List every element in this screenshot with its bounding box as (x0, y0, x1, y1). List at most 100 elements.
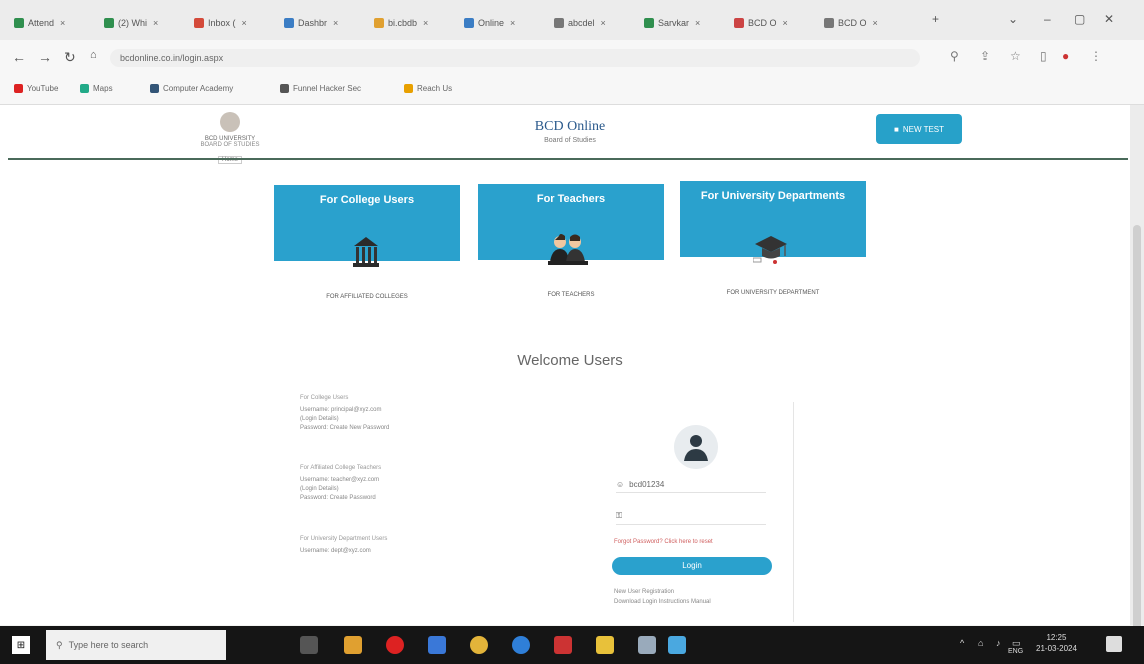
header-divider (8, 158, 1128, 160)
profile-avatar-icon[interactable]: ● (1062, 49, 1069, 63)
taskbar-search[interactable]: ⚲ Type here to search (46, 630, 226, 660)
minimize-icon[interactable]: – (1044, 12, 1051, 26)
app-icon[interactable] (554, 636, 572, 654)
opera-icon[interactable] (386, 636, 404, 654)
bookmark-item[interactable]: Funnel Hacker Sec (280, 84, 361, 93)
card-caption[interactable]: FOR UNIVERSITY DEPARTMENT (680, 290, 866, 296)
tab-favicon-icon (464, 18, 474, 28)
notification-icon[interactable] (1106, 636, 1122, 652)
forward-icon[interactable]: → (38, 49, 52, 65)
folder-icon[interactable] (596, 636, 614, 654)
network-icon[interactable]: ⌂ (978, 638, 983, 648)
close-window-icon[interactable]: ✕ (1104, 12, 1114, 26)
tab-close-icon[interactable]: × (423, 18, 428, 28)
tab-favicon-icon (824, 18, 834, 28)
home-icon[interactable]: ⌂ (90, 49, 97, 61)
sidebar-icon[interactable]: ▯ (1040, 49, 1047, 63)
login-panel-border (793, 402, 794, 622)
tab-close-icon[interactable]: × (242, 18, 247, 28)
tab-favicon-icon (14, 18, 24, 28)
extension-icon[interactable]: ⚲ (950, 49, 959, 63)
browser-tab[interactable]: Online × (464, 12, 515, 34)
scrollbar-thumb[interactable] (1133, 225, 1141, 645)
share-icon[interactable]: ⇪ (980, 49, 990, 63)
info-heading: For College Users (300, 395, 349, 401)
app-icon[interactable] (638, 636, 656, 654)
tab-label: Attend (28, 18, 55, 28)
bookmark-label: Funnel Hacker Sec (293, 84, 362, 93)
start-button[interactable]: ⊞ (12, 636, 30, 654)
file-explorer-icon[interactable] (344, 636, 362, 654)
tab-label: Inbox ( (208, 18, 236, 28)
info-block-college: For College Users Username: principal@xy… (300, 394, 460, 433)
search-icon: ⚲ (56, 639, 63, 650)
tab-close-icon[interactable]: × (333, 18, 338, 28)
url-input[interactable]: bcdonline.co.in/login.aspx (110, 49, 920, 67)
tab-label: BCD O (838, 18, 867, 28)
volume-icon[interactable]: ♪ (996, 638, 1001, 648)
info-line: Password: Create New Password (300, 425, 390, 431)
browser-menu-icon[interactable]: ⋮ (1090, 49, 1102, 63)
password-field[interactable]: ⚿ (616, 508, 766, 525)
tab-close-icon[interactable]: × (783, 18, 788, 28)
browser-tab-strip: Attend × (2) Whi × Inbox (× Dashbr × bi.cbdb × On… (0, 0, 1144, 40)
bookmark-item[interactable]: Reach Us (404, 84, 452, 93)
info-line: Password: Create Password (300, 495, 376, 501)
app-icon[interactable] (668, 636, 686, 654)
browser-tab[interactable]: bi.cbdb × (374, 12, 428, 34)
tab-search-icon[interactable]: ⌄ (1008, 12, 1018, 26)
bookmark-item[interactable]: YouTube (14, 84, 58, 93)
card-title: For College Users (319, 194, 415, 206)
video-icon: ■ (893, 124, 899, 134)
info-heading: For Affiliated College Teachers (300, 465, 382, 471)
bookmark-item[interactable]: Computer Academy (150, 84, 233, 93)
manual-link[interactable]: Download Login Instructions Manual (614, 599, 711, 605)
tab-label: Sarvkar (658, 18, 690, 28)
header-action-button[interactable]: ■ NEW TEST (876, 114, 962, 144)
card-caption[interactable]: FOR TEACHERS (478, 292, 664, 298)
browser-tab[interactable]: Dashbr × (284, 12, 338, 34)
info-line: (Login Details) (300, 486, 339, 492)
reload-icon[interactable]: ↻ (64, 49, 76, 66)
tray-chevron-icon[interactable]: ^ (960, 638, 964, 648)
tab-label: bi.cbdb (388, 18, 418, 28)
new-tab-button[interactable]: + (932, 12, 939, 26)
card-title: For Teachers (536, 193, 606, 205)
username-value: bcd01234 (629, 479, 665, 489)
tab-close-icon[interactable]: × (153, 18, 158, 28)
page-scrollbar[interactable] (1130, 105, 1144, 645)
card-caption[interactable]: FOR AFFILIATED COLLEGES (274, 294, 460, 300)
tab-close-icon[interactable]: × (695, 18, 700, 28)
login-button[interactable]: Login (612, 557, 772, 575)
edge-icon[interactable] (512, 636, 530, 654)
chrome-icon[interactable] (470, 636, 488, 654)
tab-close-icon[interactable]: × (601, 18, 606, 28)
register-link[interactable]: New User Registration (614, 589, 674, 595)
browser-tab[interactable]: (2) Whi × (104, 12, 158, 34)
browser-tab[interactable]: abcdel × (554, 12, 606, 34)
taskbar-clock[interactable]: 12:25 21-03-2024 (1036, 632, 1077, 654)
bookmark-favicon-icon (150, 84, 159, 93)
tab-close-icon[interactable]: × (510, 18, 515, 28)
tab-close-icon[interactable]: × (60, 18, 65, 28)
task-view-icon[interactable] (300, 636, 318, 654)
browser-tab[interactable]: Inbox ( × (194, 12, 247, 34)
forgot-password-link[interactable]: Forgot Password? Click here to reset (614, 539, 713, 545)
language-indicator[interactable]: ENG (1008, 648, 1023, 655)
bookmark-star-icon[interactable]: ☆ (1010, 49, 1021, 63)
info-heading: For University Department Users (300, 536, 388, 542)
tab-favicon-icon (644, 18, 654, 28)
bookmark-label: YouTube (27, 84, 59, 93)
browser-tab[interactable]: BCD O × (824, 12, 878, 34)
tab-label: abcdel (568, 18, 595, 28)
bookmark-favicon-icon (280, 84, 289, 93)
browser-tab[interactable]: Attend × (14, 12, 65, 34)
bookmark-item[interactable]: Maps (80, 84, 113, 93)
maximize-icon[interactable]: ▢ (1074, 12, 1085, 26)
tab-close-icon[interactable]: × (873, 18, 878, 28)
app-icon[interactable] (428, 636, 446, 654)
username-field[interactable]: ☺ bcd01234 (616, 476, 766, 493)
back-icon[interactable]: ← (12, 49, 26, 65)
browser-tab[interactable]: Sarvkar × (644, 12, 700, 34)
browser-tab[interactable]: BCD O × (734, 12, 788, 34)
